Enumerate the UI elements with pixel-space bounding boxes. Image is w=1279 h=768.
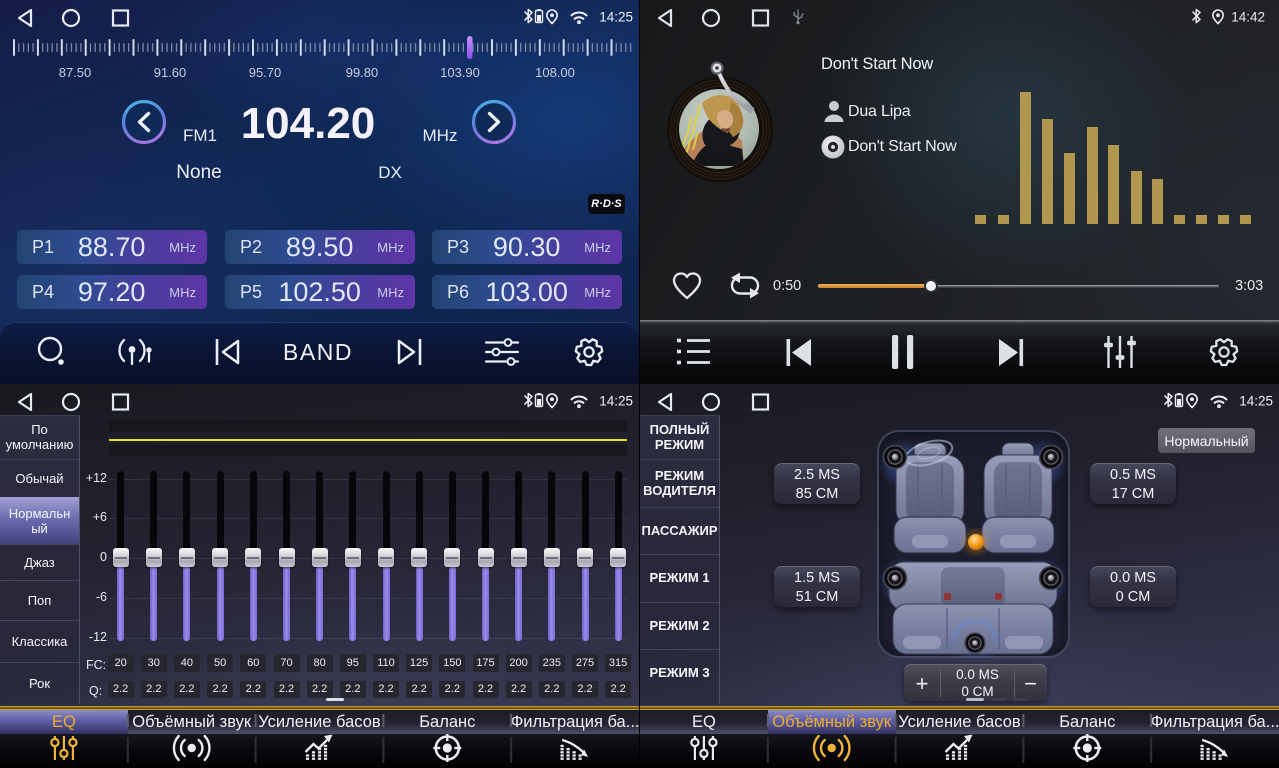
svg-text:14:25: 14:25 bbox=[1239, 394, 1273, 409]
svg-text:BAND: BAND bbox=[283, 339, 353, 365]
svg-text:14:25: 14:25 bbox=[599, 394, 633, 409]
